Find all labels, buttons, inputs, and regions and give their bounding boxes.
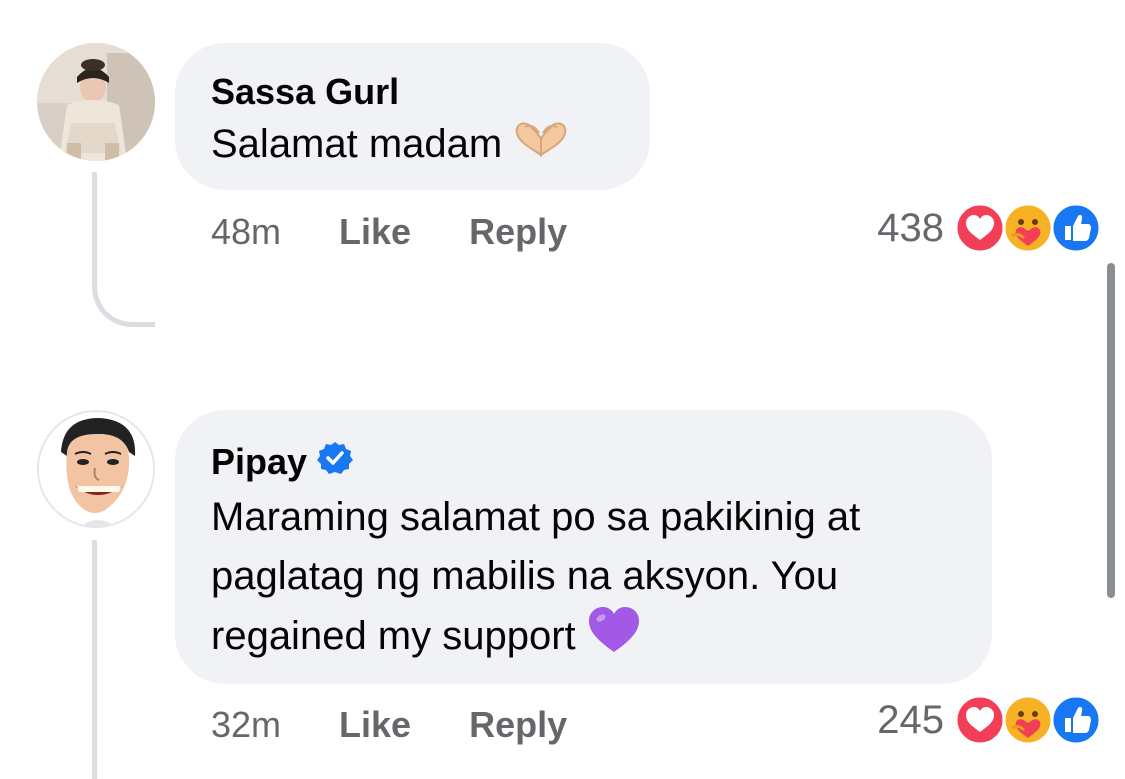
reply-button[interactable]: Reply	[469, 211, 567, 252]
comment-author[interactable]: Pipay	[211, 441, 307, 482]
care-reaction-icon	[1002, 202, 1054, 254]
purple-heart-emoji-icon	[587, 606, 641, 671]
comment-meta: 32m Like Reply	[211, 705, 567, 745]
thread-line	[92, 540, 97, 779]
like-button[interactable]: Like	[339, 211, 411, 252]
comment-author[interactable]: Sassa Gurl	[211, 72, 399, 112]
avatar[interactable]	[37, 410, 155, 528]
avatar-cartoon	[39, 412, 153, 526]
comment-body: Maraming salamat po sa pakikinig at pagl…	[211, 495, 861, 659]
comment-author-row: Pipay	[211, 440, 354, 484]
verified-badge-icon	[317, 440, 354, 484]
comment-body: Salamat madam	[211, 122, 503, 166]
reaction-count[interactable]: 245	[820, 698, 944, 742]
comment-bubble[interactable]: Pipay Maraming salamat po sa pakikinig a…	[175, 410, 992, 684]
thread-connector	[92, 172, 155, 327]
comment-bubble[interactable]: Sassa Gurl Salamat madam	[175, 43, 650, 190]
comment-timestamp[interactable]: 32m	[211, 704, 281, 745]
like-reaction-icon	[1050, 694, 1102, 746]
comment-text: Salamat madam	[211, 115, 569, 176]
love-reaction-icon	[954, 694, 1006, 746]
comment-text: Maraming salamat po sa pakikinig at pagl…	[211, 488, 971, 671]
reaction-icons[interactable]	[954, 694, 1102, 746]
care-reaction-icon	[1002, 694, 1054, 746]
scrollbar[interactable]	[1107, 263, 1115, 598]
comment-timestamp[interactable]: 48m	[211, 211, 281, 252]
heart-hands-emoji-icon	[513, 117, 569, 176]
reaction-count[interactable]: 438	[820, 206, 944, 250]
avatar-photo	[37, 43, 155, 161]
comment-meta: 48m Like Reply	[211, 212, 567, 252]
like-button[interactable]: Like	[339, 704, 411, 745]
reply-button[interactable]: Reply	[469, 704, 567, 745]
like-reaction-icon	[1050, 202, 1102, 254]
reaction-icons[interactable]	[954, 202, 1102, 254]
avatar[interactable]	[37, 43, 155, 161]
love-reaction-icon	[954, 202, 1006, 254]
